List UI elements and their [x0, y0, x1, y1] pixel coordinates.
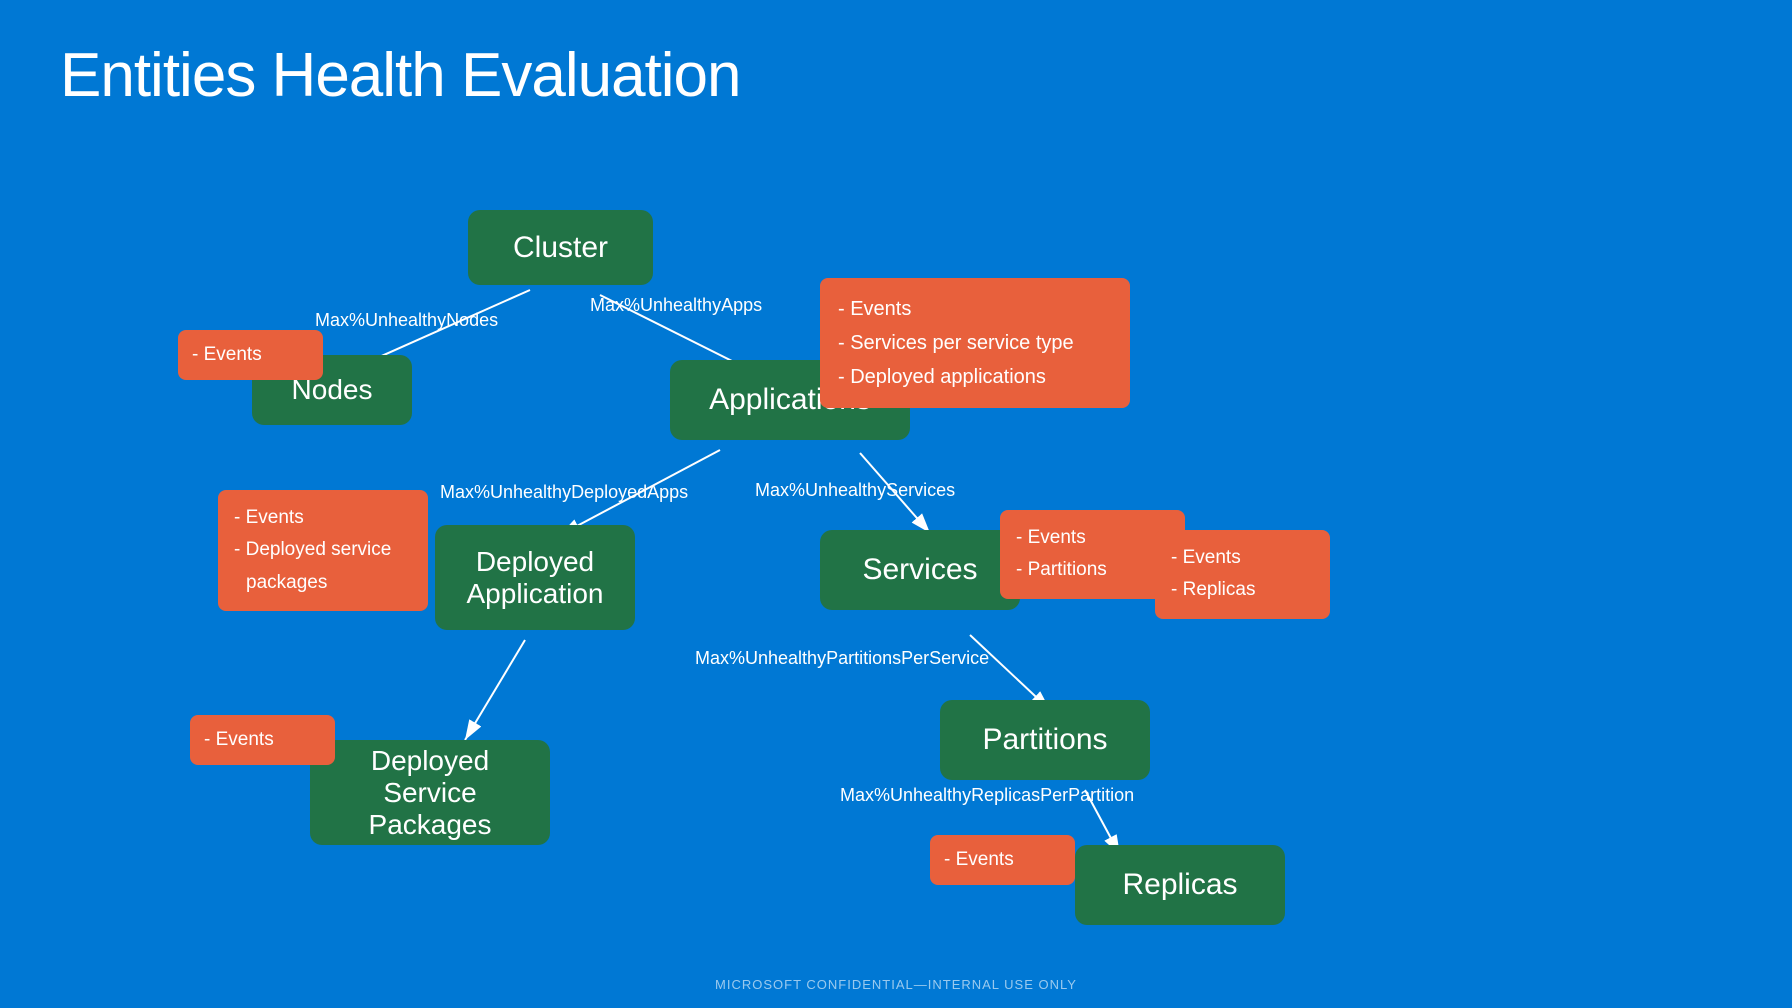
replicas-node: Replicas	[1075, 845, 1285, 925]
deployed-sp-events-box: - Events	[190, 715, 335, 765]
partitions-node: Partitions	[940, 700, 1150, 780]
label-max-unhealthy-apps: Max%UnhealthyApps	[590, 295, 762, 316]
label-max-unhealthy-deployed-apps: Max%UnhealthyDeployedApps	[440, 482, 688, 503]
replicas-events-box: - Events	[930, 835, 1075, 885]
services-node: Services	[820, 530, 1020, 610]
deployed-service-packages-node: Deployed Service Packages	[310, 740, 550, 845]
label-max-unhealthy-nodes: Max%UnhealthyNodes	[315, 310, 498, 331]
partitions-events-box: - Events - Replicas	[1155, 530, 1330, 619]
label-max-unhealthy-replicas-per-partition: Max%UnhealthyReplicasPerPartition	[840, 785, 1134, 806]
label-max-unhealthy-partitions-per-service: Max%UnhealthyPartitionsPerService	[695, 648, 989, 669]
label-max-unhealthy-services: Max%UnhealthyServices	[755, 480, 955, 501]
nodes-events-box: - Events	[178, 330, 323, 380]
page-title: Entities Health Evaluation	[60, 40, 741, 111]
deployed-application-node: Deployed Application	[435, 525, 635, 630]
deployed-app-events-box: - Events - Deployed service packages	[218, 490, 428, 611]
applications-events-box: - Events - Services per service type - D…	[820, 278, 1130, 408]
footer-text: MICROSOFT CONFIDENTIAL—INTERNAL USE ONLY	[715, 977, 1077, 992]
cluster-node: Cluster	[468, 210, 653, 285]
